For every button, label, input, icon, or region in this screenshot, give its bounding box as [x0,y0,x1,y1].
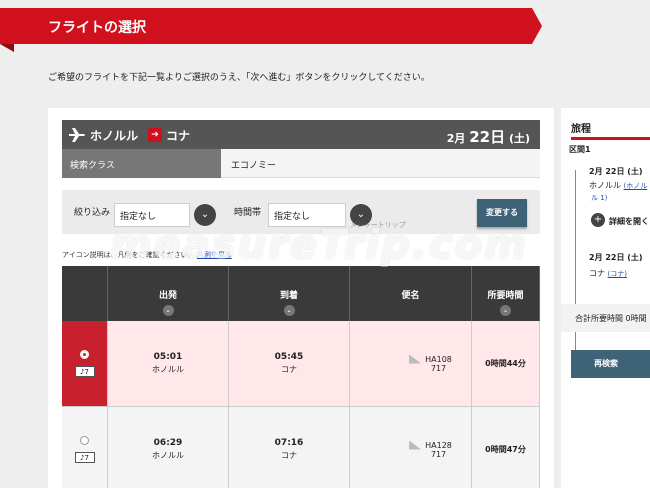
itinerary-arrival: コナ (コナ) [589,268,627,279]
flight-radio[interactable] [80,436,89,445]
seat-icon: ♪7 [74,366,95,377]
flight-number: HA108 [425,354,452,364]
select-header [62,266,108,321]
total-duration: 合計所要時間 0時間 [561,304,650,332]
itinerary-arrival-date: 2月 22日 (土) [589,253,643,262]
departure-cell: 05:01 ホノルル [108,321,229,407]
search-class-row: 検索クラス エコノミー [62,149,540,178]
route-bar: ホノルル ➔ コナ 2月 22日 (土) [62,120,540,149]
departure-city: ホノルル [152,365,184,374]
select-cell[interactable]: ♪7 [62,407,108,488]
instruction-text: ご希望のフライトを下記一覧よりご選択のうえ、「次へ進む」ボタンをクリックしてくだ… [48,73,430,83]
aircraft-type: 717 [430,363,447,373]
route-date: 2月 22日 (土) [447,126,530,147]
table-row[interactable]: ♪7 06:29 ホノルル 07:16 コナ HA128 717 0時間47分 [62,407,540,488]
narrow-chevron-down-icon[interactable]: ⌄ [194,204,216,226]
arrival-city: コナ [281,451,297,460]
itinerary-departure: ホノルル (ホノル [589,180,647,191]
duration-cell: 0時間47分 [472,407,540,488]
plus-icon[interactable]: + [591,213,605,227]
research-button[interactable]: 再検索 [571,350,650,378]
route-date-weekday: (土) [508,132,530,145]
narrow-label: 絞り込み [74,208,111,218]
arrow-right-icon: ➔ [148,128,162,142]
flight-number: HA128 [425,440,452,450]
icon-legend-note: アイコン説明は、凡例をご確認ください。 凡例を見る [62,250,232,260]
page-title: フライトの選択 [48,20,146,36]
airline-tail-icon [409,440,422,450]
arrival-header[interactable]: 到着 ⌄ [229,266,350,321]
itinerary-departure-city: ホノルル [589,181,621,190]
departure-city: ホノルル [152,451,184,460]
itinerary-section: 区間1 [569,145,591,154]
route-date-month: 2月 [446,132,466,145]
banner-fold [0,44,14,52]
sort-icon[interactable]: ⌄ [162,305,174,316]
legend-link[interactable]: 凡例を見る [197,251,232,259]
duration-cell: 0時間44分 [472,321,540,407]
icon-legend-text: アイコン説明は、凡例をご確認ください。 [62,251,195,259]
airplane-icon [69,128,85,142]
timeslot-select[interactable]: 指定なし [268,203,346,227]
aircraft-type: 717 [430,449,447,459]
route-destination: コナ [166,129,191,143]
open-details-link[interactable]: 詳細を開く [609,216,649,227]
seat-icon: ♪7 [74,452,95,463]
sort-icon[interactable]: ⌄ [500,305,511,316]
departure-time: 06:29 [153,438,183,448]
table-row[interactable]: ♪7 05:01 ホノルル 05:45 コナ HA108 717 0時間44分 [62,321,540,407]
search-class-value: エコノミー [221,149,540,178]
page-title-banner: フライトの選択 [0,8,542,44]
filter-box: 絞り込み 指定なし ⌄ 時間帯 指定なし ⌄ 変更する [62,190,540,234]
flight-panel: ホノルル ➔ コナ 2月 22日 (土) 検索クラス エコノミー 絞り込み 指定… [48,108,554,488]
arrival-cell: 07:16 コナ [229,407,350,488]
flight-number-cell: HA128 717 [350,407,472,488]
select-cell[interactable]: ♪7 [62,321,108,407]
itinerary-departure-date: 2月 22日 (土) [589,167,643,176]
timeslot-label: 時間帯 [234,208,262,218]
search-class-label: 検索クラス [62,149,221,178]
arrival-time: 05:45 [274,352,304,362]
sort-icon[interactable]: ⌄ [283,305,295,316]
change-button[interactable]: 変更する [477,199,527,227]
itinerary-title: 旅程 [571,120,650,140]
table-header-row: 出発 ⌄ 到着 ⌄ 便名 所要時間 ⌄ [62,266,540,321]
itinerary-arrival-link[interactable]: (コナ) [608,270,627,278]
itinerary-departure-link[interactable]: (ホノル [624,182,648,190]
arrival-time: 07:16 [274,438,304,448]
departure-header[interactable]: 出発 ⌄ [108,266,229,321]
flight-number-header: 便名 [350,266,472,321]
itinerary-departure-link-cont[interactable]: ル 1) [591,193,607,203]
route-date-day: 22日 [469,128,506,146]
flight-table: 出発 ⌄ 到着 ⌄ 便名 所要時間 ⌄ ♪7 05:01 ホノルル 05:45 コナ [62,266,540,488]
itinerary-panel: 旅程 区間1 2月 22日 (土) ホノルル (ホノル ル 1) + 詳細を開く… [561,108,650,488]
arrival-city: コナ [281,365,297,374]
arrival-cell: 05:45 コナ [229,321,350,407]
duration-header[interactable]: 所要時間 ⌄ [472,266,540,321]
airline-tail-icon [409,354,422,364]
route-origin: ホノルル [90,129,139,143]
narrow-select[interactable]: 指定なし [114,203,190,227]
departure-time: 05:01 [153,352,183,362]
departure-cell: 06:29 ホノルル [108,407,229,488]
flight-number-cell: HA108 717 [350,321,472,407]
timeslot-chevron-down-icon[interactable]: ⌄ [350,204,372,226]
itinerary-arrival-city: コナ [589,269,605,278]
flight-radio[interactable] [80,350,89,359]
